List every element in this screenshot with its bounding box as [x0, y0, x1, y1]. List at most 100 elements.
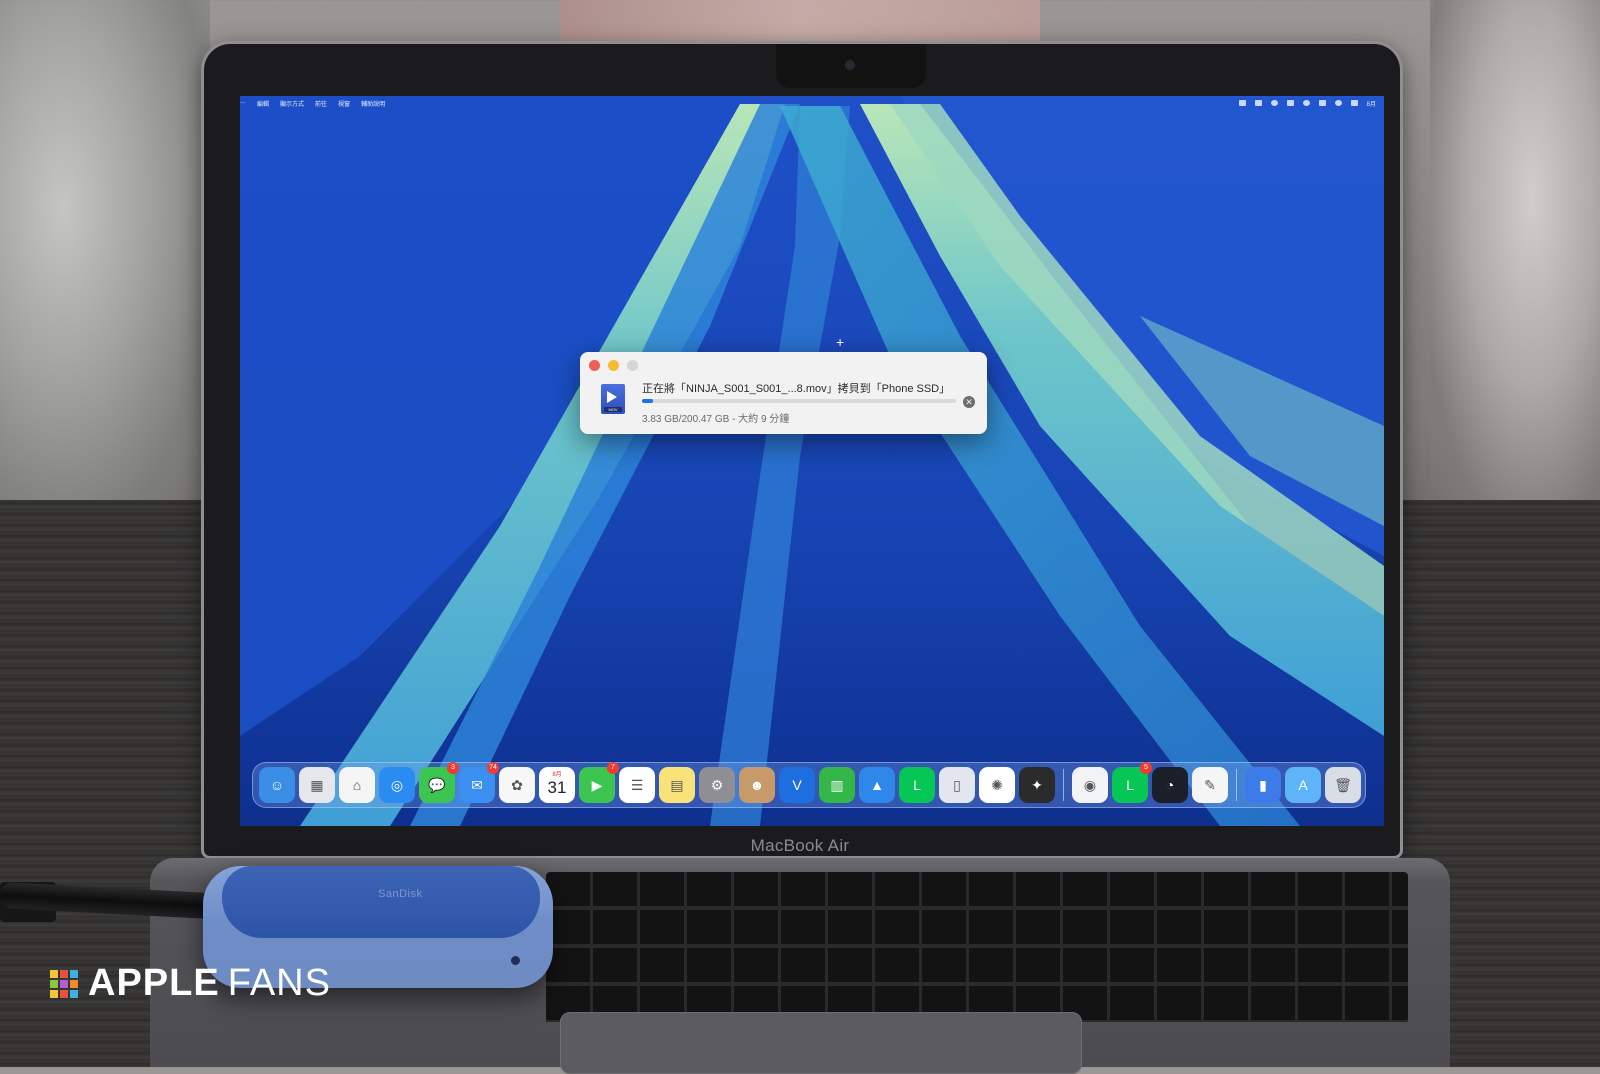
vpn-glyph: V [792, 777, 802, 793]
menu-bar-clock[interactable]: 8月 [1367, 99, 1376, 108]
logo-tile [60, 969, 68, 978]
chrome-icon[interactable]: ◉ [1072, 767, 1108, 803]
iphone-mirroring-icon[interactable]: ▯ [939, 767, 975, 803]
dock: ☺ ▦ ⌂ ◎ 💬 3 ✉ 74 ✿ 8月 31 ▶ 7 ☰ ▤ ⚙ ☻ V ▥ ▲ L ▯ ✺ ✦ ◉ L 5 ◔ ✎ ▮ A 🗑 [252, 762, 1366, 808]
background-blur-top [560, 0, 1040, 48]
chatgpt-glyph: ✺ [991, 776, 1003, 793]
logo-tile [50, 989, 58, 998]
logo-tile [60, 989, 68, 998]
settings-glyph: ⚙ [710, 776, 724, 793]
copy-progress-fill [642, 399, 653, 403]
wifi-icon[interactable] [1334, 100, 1342, 106]
contacts-icon[interactable]: ☻ [739, 767, 775, 803]
copy-progress-bar [642, 399, 956, 403]
menu-bar: … 編輯 顯示方式 前往 視窗 輔助說明 8月 [240, 96, 1384, 110]
apple-fans-logo-icon [50, 969, 78, 998]
iphone-mirroring-glyph: ▯ [953, 776, 961, 793]
home-icon[interactable]: ⌂ [339, 767, 375, 803]
keyboard [546, 872, 1408, 1022]
app-icon[interactable] [1254, 100, 1262, 106]
numbers-glyph: ▥ [830, 776, 844, 793]
menu-bar-left: … 編輯 顯示方式 前往 視窗 輔助說明 [240, 99, 385, 108]
home-glyph: ⌂ [352, 777, 362, 793]
shield-icon[interactable] [1270, 100, 1278, 106]
watermark: APPLE FANS [48, 962, 331, 1005]
ssd-folder-icon[interactable]: ▮ [1245, 767, 1281, 803]
background-blur-right [1430, 0, 1600, 500]
mail-glyph: ✉ [471, 776, 483, 793]
dock-separator [1063, 769, 1064, 801]
camera-icon [845, 60, 855, 70]
background-blur-left [0, 0, 210, 520]
ssd-brand-label: SanDisk [378, 888, 423, 900]
facetime-glyph: ▶ [591, 776, 603, 793]
contacts-glyph: ☻ [749, 777, 765, 793]
screen: … 編輯 顯示方式 前往 視窗 輔助說明 8月 + MOV 正在將「NINJA_… [240, 96, 1384, 826]
trash-icon[interactable]: 🗑 [1325, 767, 1361, 803]
tes-icon[interactable]: ✦ [1019, 767, 1055, 803]
finder-icon[interactable]: ☺ [259, 767, 295, 803]
numbers-icon[interactable]: ▥ [819, 767, 855, 803]
textedit-glyph: ✎ [1204, 776, 1216, 793]
ssd-led-icon [511, 956, 520, 965]
menu-item[interactable]: … [240, 99, 246, 108]
ssd-folder-glyph: ▮ [1259, 776, 1267, 793]
volume-icon[interactable] [1318, 100, 1326, 106]
safari-icon[interactable]: ◎ [379, 767, 415, 803]
facetime-icon[interactable]: ▶ 7 [579, 762, 619, 803]
wallpaper [240, 96, 1384, 826]
trash-glyph: 🗑 [1334, 776, 1352, 793]
notes-icon[interactable]: ▤ [659, 767, 695, 803]
line-icon[interactable]: L5 [1112, 762, 1152, 803]
messages-icon[interactable]: 💬 3 [419, 762, 459, 803]
trackpad [560, 1012, 1082, 1074]
menu-item-window[interactable]: 視窗 [338, 99, 350, 108]
keynote-icon[interactable]: ▲ [859, 767, 895, 803]
gauge-glyph: ◔ [1165, 777, 1175, 793]
control-center-icon[interactable] [1350, 100, 1358, 106]
logo-tile [70, 979, 78, 988]
logo-tile [60, 979, 68, 988]
chatgpt-icon[interactable]: ✺ [979, 767, 1015, 803]
menu-bar-status: 8月 [1238, 99, 1384, 108]
settings-icon[interactable]: ⚙ [699, 767, 735, 803]
line-glyph: L [913, 777, 921, 793]
portable-ssd-top [222, 866, 540, 938]
cancel-copy-button[interactable]: ✕ [963, 396, 975, 408]
gauge-icon[interactable]: ◔ [1152, 767, 1188, 803]
logo-tile [70, 989, 78, 998]
menu-item-edit[interactable]: 編輯 [257, 99, 269, 108]
notification-badge: 74 [487, 762, 499, 774]
reminders-glyph: ☰ [630, 776, 644, 793]
ellipsis-icon[interactable] [1238, 100, 1246, 106]
logo-tile [50, 979, 58, 988]
music-icon[interactable] [1286, 100, 1294, 106]
dock-separator [1236, 769, 1237, 801]
menu-item-help[interactable]: 輔助說明 [361, 99, 385, 108]
photos-icon[interactable]: ✿ [499, 767, 535, 803]
minimize-window-button[interactable] [608, 360, 619, 371]
launchpad-glyph: ▦ [310, 776, 324, 793]
applications-folder-icon[interactable]: A [1285, 767, 1321, 803]
mail-icon[interactable]: ✉ 74 [459, 762, 499, 803]
notification-badge: 3 [447, 762, 459, 774]
notes-glyph: ▤ [670, 776, 684, 793]
textedit-icon[interactable]: ✎ [1192, 767, 1228, 803]
menu-item-go[interactable]: 前往 [315, 99, 327, 108]
calendar-icon[interactable]: 8月 31 [539, 767, 575, 803]
calendar-month: 8月 [552, 772, 562, 778]
notification-badge: 5 [1140, 762, 1152, 774]
bluetooth-icon[interactable] [1302, 100, 1310, 106]
copy-progress-dialog: MOV 正在將「NINJA_S001_S001_...8.mov」拷貝到「Pho… [580, 352, 987, 434]
menu-item-view[interactable]: 顯示方式 [280, 99, 304, 108]
zoom-window-button[interactable] [627, 360, 638, 371]
launchpad-icon[interactable]: ▦ [299, 767, 335, 803]
chrome-glyph: ◉ [1083, 776, 1097, 793]
vpn-icon[interactable]: V [779, 767, 815, 803]
reminders-icon[interactable]: ☰ [619, 767, 655, 803]
line-glyph: L [1126, 777, 1134, 793]
line-icon[interactable]: L [899, 767, 935, 803]
tes-glyph: ✦ [1031, 776, 1043, 793]
messages-glyph: 💬 [428, 776, 446, 793]
close-window-button[interactable] [589, 360, 600, 371]
